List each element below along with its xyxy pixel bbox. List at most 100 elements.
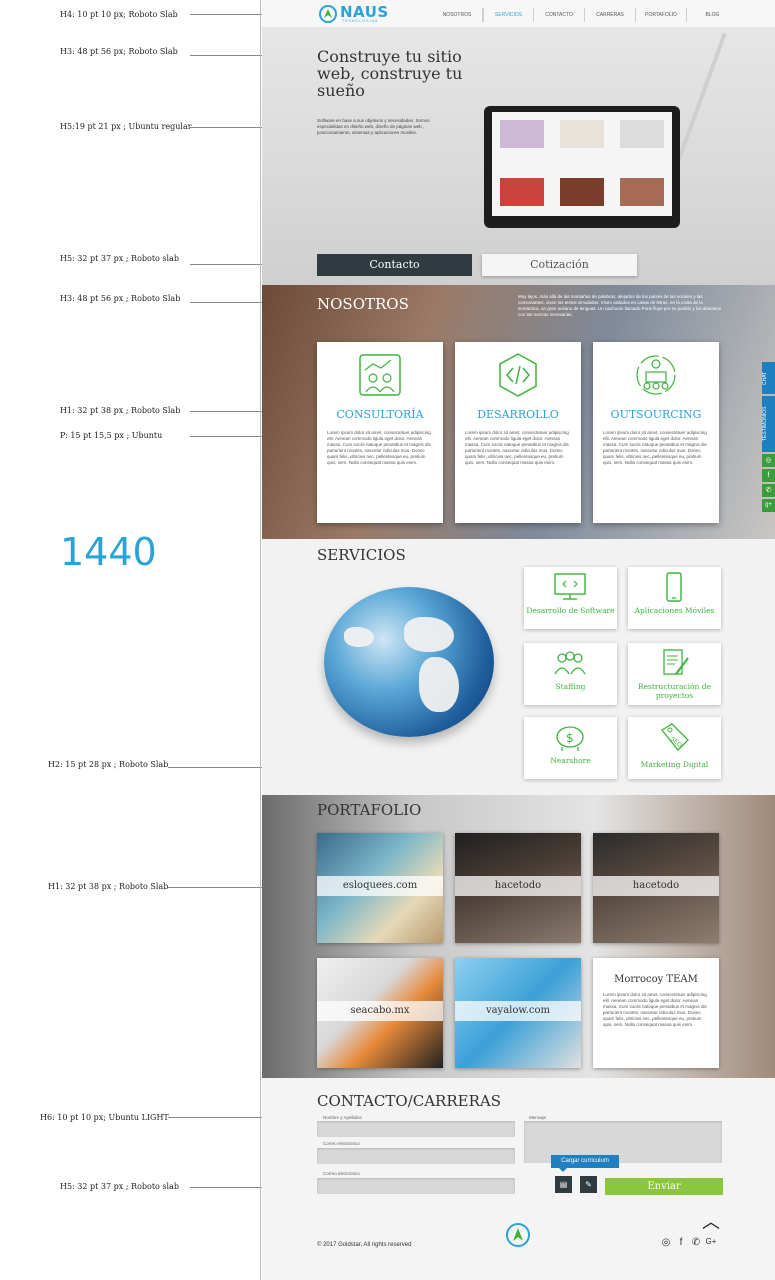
chat-tab[interactable]: CHAT	[762, 362, 775, 394]
quote-button[interactable]: Cotización	[482, 254, 637, 276]
testimonials-tab[interactable]: TESTIMONIOS	[762, 396, 775, 452]
nav-item-servicios[interactable]: SERVICIOS	[483, 8, 534, 22]
nav-item-blog[interactable]: BLOG	[687, 8, 738, 22]
code-hexagon-icon	[499, 353, 537, 397]
hero-section: Construye tu sitio web, construye tu sue…	[262, 28, 775, 285]
card-desarrollo: DESARROLLO Lorem ipsum dolor sit amet, c…	[455, 342, 581, 523]
site-logo[interactable]: NAUS TECNOLOGÍAS	[318, 3, 398, 24]
email-label: Correo electrónico	[323, 1141, 360, 1146]
portafolio-section: PORTAFOLIO esloquees.com hacetodo haceto…	[262, 795, 775, 1078]
site-header: NAUS TECNOLOGÍAS NOSOTROS SERVICIOS CONT…	[262, 0, 775, 28]
portfolio-item[interactable]: esloquees.com	[317, 833, 443, 943]
hero-title: Construye tu sitio web, construye tu sue…	[317, 47, 463, 100]
service-marketing-digital[interactable]: SEO Marketing Digital	[628, 717, 721, 779]
facebook-icon[interactable]: f	[762, 469, 775, 482]
service-label: Desarrollo de Software	[526, 606, 615, 615]
card-body: Lorem ipsum dolor sit amet, consectetuer…	[465, 430, 569, 465]
contact-button[interactable]: Contacto	[317, 254, 472, 276]
instagram-icon[interactable]: ◎	[660, 1237, 672, 1248]
service-desarrollo-software[interactable]: Desarrollo de Software	[524, 567, 617, 629]
portfolio-team-card[interactable]: Morrocoy TEAM Lorem ipsum dolor sit amet…	[593, 958, 719, 1068]
service-nearshore[interactable]: $ Nearshore	[524, 717, 617, 779]
annotation-send-button-font: H5: 32 pt 37 px ; Roboto slab	[60, 1182, 179, 1191]
consulting-people-icon	[359, 354, 401, 396]
service-restructuracion[interactable]: Restructuración de proyectos	[628, 643, 721, 705]
service-aplicaciones-moviles[interactable]: Aplicaciones Móviles	[628, 567, 721, 629]
portfolio-label: seacabo.mx	[317, 1001, 443, 1021]
nosotros-section: NOSOTROS Muy lejos, más allá de las mont…	[262, 285, 775, 539]
scroll-top-icon[interactable]: ︿	[702, 1208, 720, 1234]
email-field-2[interactable]	[317, 1178, 515, 1194]
svg-text:$: $	[566, 731, 574, 745]
annotation-form-label-font: H6: 10 pt 10 px; Ubuntu LIGHT	[40, 1113, 169, 1122]
annotation-button-font: H5: 32 pt 37 px ; Roboto slab	[60, 254, 179, 263]
send-button[interactable]: Enviar	[605, 1178, 723, 1195]
nav-item-carreras[interactable]: CARRERAS	[585, 8, 636, 22]
column-divider	[260, 0, 261, 1280]
annotation-card-title-font: H1: 32 pt 38 px ; Roboto Slab	[60, 406, 181, 415]
screen-thumbnail	[620, 120, 664, 148]
side-tabs: CHAT TESTIMONIOS ◎ f ✆ g+	[762, 362, 775, 514]
annotation-section-title-font: H3: 48 pt 56 px ; Roboto Slab	[60, 294, 181, 303]
annotation-portfolio-font: H1: 32 pt 38 px ; Roboto Slab	[48, 882, 169, 891]
smartphone-icon	[666, 572, 682, 602]
portfolio-item[interactable]: hacetodo	[593, 833, 719, 943]
logo-subtext: TECNOLOGÍAS	[342, 19, 379, 23]
portfolio-item[interactable]: hacetodo	[455, 833, 581, 943]
breakpoint-label: 1440	[60, 530, 157, 574]
nosotros-title: NOSOTROS	[317, 295, 409, 313]
card-body: Lorem ipsum dolor sit amet, consectetuer…	[603, 430, 707, 465]
globe-land	[344, 627, 374, 647]
whatsapp-icon[interactable]: ✆	[690, 1237, 702, 1248]
attach-button[interactable]: ✎	[580, 1176, 597, 1193]
screen-thumbnail	[500, 178, 544, 206]
whatsapp-icon[interactable]: ✆	[762, 484, 775, 497]
name-label: Nombre y Apellidos	[323, 1115, 362, 1120]
globe-land	[419, 657, 459, 712]
annotation-header-font: H4: 10 pt 10 px; Roboto Slab	[60, 10, 178, 19]
instagram-icon[interactable]: ◎	[762, 454, 775, 467]
nav-item-portafolio[interactable]: PORTAFOLIO	[636, 8, 687, 22]
nav-item-contacto[interactable]: CONTACTO	[534, 8, 585, 22]
portafolio-title: PORTAFOLIO	[317, 801, 422, 819]
team-title: Morrocoy TEAM	[614, 974, 698, 985]
footer-social: ◎ f ✆ G+	[660, 1237, 717, 1248]
google-plus-icon[interactable]: G+	[705, 1237, 717, 1248]
copyright-text: © 2017 Goldstar, All rights reserved	[317, 1242, 412, 1248]
email-label-2: Correo electrónico	[323, 1171, 360, 1176]
message-label: Mensaje	[529, 1115, 547, 1120]
card-consultoria: CONSULTORÍA Lorem ipsum dolor sit amet, …	[317, 342, 443, 523]
people-group-icon	[554, 651, 586, 675]
service-label: Marketing Digital	[640, 760, 709, 769]
service-label: Nearshore	[550, 756, 591, 765]
card-body: Lorem ipsum dolor sit amet, consectetuer…	[327, 430, 431, 465]
service-staffing[interactable]: Staffing	[524, 643, 617, 705]
main-nav: NOSOTROS SERVICIOS CONTACTO CARRERAS POR…	[432, 8, 738, 22]
pencil-icon: ✎	[585, 1180, 592, 1189]
globe-land	[404, 617, 454, 652]
card-title: DESARROLLO	[477, 408, 559, 421]
upload-cv-button[interactable]: ▤	[555, 1176, 572, 1193]
monitor-code-icon	[554, 573, 586, 600]
name-field[interactable]	[317, 1121, 515, 1137]
monitor-screen	[492, 112, 672, 216]
servicios-title: SERVICIOS	[317, 546, 406, 564]
annotation-hero-title-font: H3: 48 pt 56 px; Roboto Slab	[60, 47, 178, 56]
portfolio-label: hacetodo	[593, 876, 719, 896]
facebook-icon[interactable]: f	[675, 1237, 687, 1248]
card-outsourcing: OUTSOURCING Lorem ipsum dolor sit amet, …	[593, 342, 719, 523]
hero-subtitle: Software en base a sus objetivos y neces…	[317, 118, 430, 135]
google-plus-icon[interactable]: g+	[762, 499, 775, 512]
portfolio-item[interactable]: vayalow.com	[455, 958, 581, 1068]
footer-logo-icon[interactable]	[504, 1221, 532, 1249]
portfolio-item[interactable]: seacabo.mx	[317, 958, 443, 1068]
screen-thumbnail	[500, 120, 544, 148]
document-icon: ▤	[559, 1180, 568, 1189]
portfolio-label: vayalow.com	[455, 1001, 581, 1021]
card-title: OUTSOURCING	[610, 408, 702, 421]
screen-thumbnail	[560, 178, 604, 206]
document-edit-icon	[663, 649, 689, 675]
email-field[interactable]	[317, 1148, 515, 1164]
portfolio-label: esloquees.com	[317, 876, 443, 896]
nav-item-nosotros[interactable]: NOSOTROS	[432, 8, 483, 22]
